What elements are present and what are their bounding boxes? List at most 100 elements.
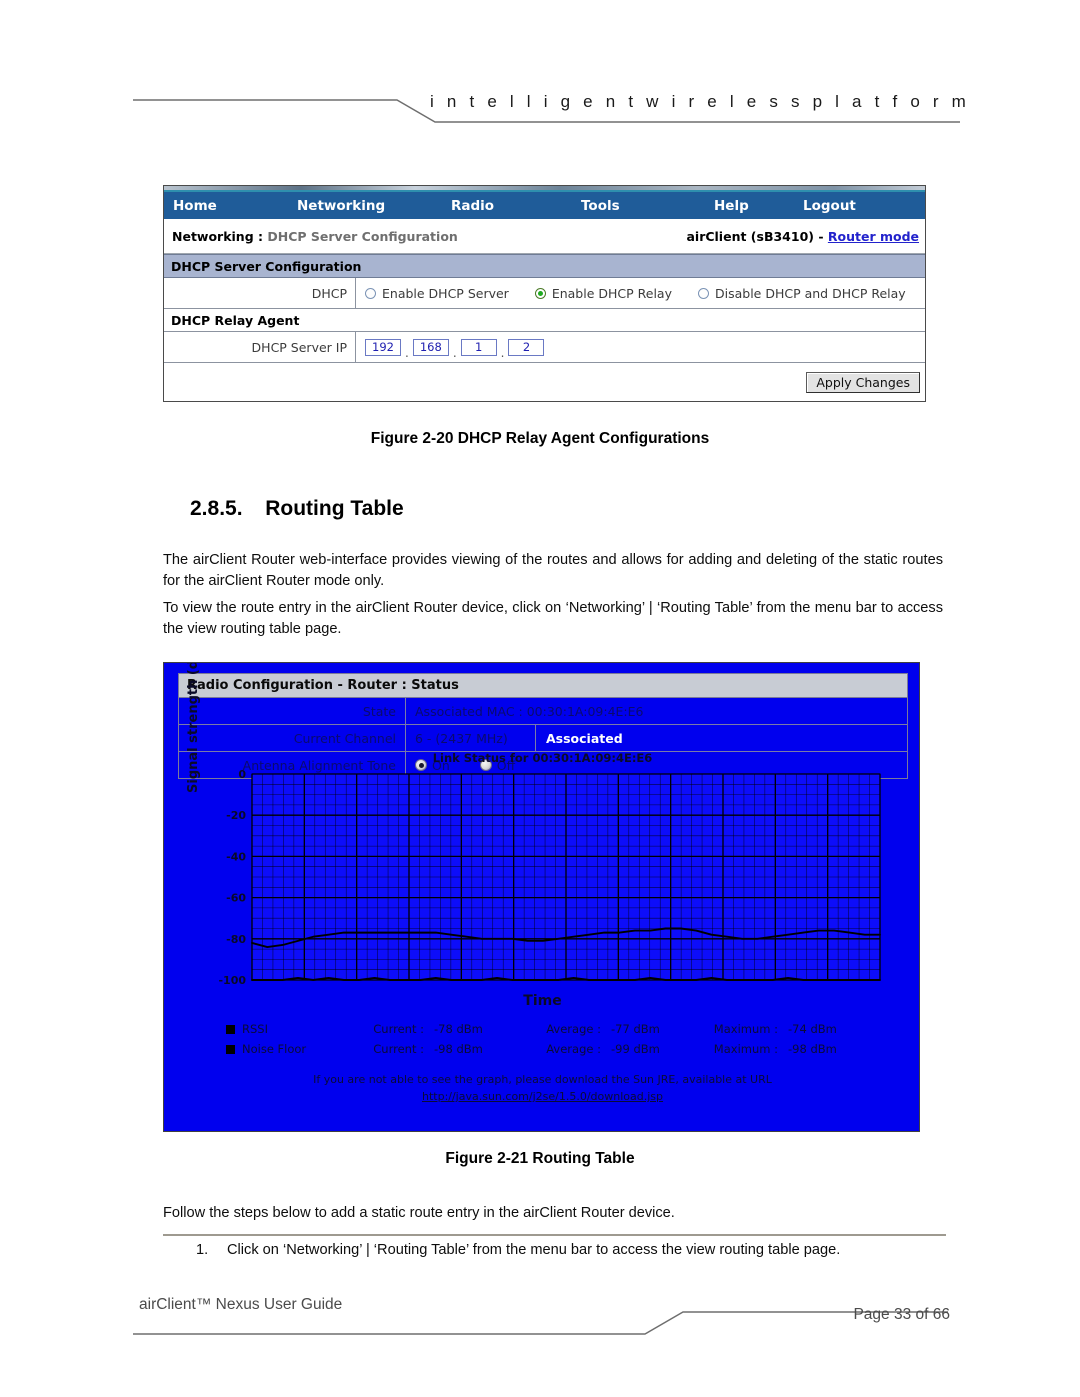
- legend-current-label: Current :: [373, 1042, 424, 1056]
- radio-circle-selected-icon: [534, 287, 546, 299]
- svg-text:-100: -100: [218, 974, 246, 987]
- legend-row-rssi: RSSI Current : -78 dBm Average : -77 dBm…: [226, 1019, 916, 1039]
- radio-disable-dhcp-and-dhcp-relay[interactable]: Disable DHCP and DHCP Relay: [697, 285, 906, 301]
- chart-title: Link Status for 00:30:1A:09:4E:E6: [432, 751, 653, 765]
- legend-current-label: Current :: [373, 1022, 424, 1036]
- nav-item-networking[interactable]: Networking: [297, 198, 385, 214]
- legend-swatch-icon: [226, 1024, 235, 1034]
- svg-text:0: 0: [238, 768, 246, 781]
- list-item: 1. Click on ‘Networking’ | ‘Routing Tabl…: [196, 1240, 946, 1261]
- ip-separator-dot: .: [500, 346, 505, 360]
- radio-enable-dhcp-relay[interactable]: Enable DHCP Relay: [534, 285, 672, 301]
- jre-download-link[interactable]: http://java.sun.com/j2se/1.5.0/download.…: [164, 1088, 919, 1105]
- nav-item-radio[interactable]: Radio: [451, 198, 494, 214]
- current-channel-label: Current Channel: [179, 725, 406, 751]
- page-header: i n t e l l i g e n t w i r e l e s s p …: [0, 0, 1080, 130]
- footer-page-number: Page 33 of 66: [853, 1306, 950, 1323]
- legend-current-value: -98 dBm: [434, 1042, 483, 1056]
- form-actions: Apply Changes: [164, 363, 925, 401]
- legend-average-label: Average :: [546, 1042, 601, 1056]
- dhcp-server-ip-row: DHCP Server IP 192 . 168 . 1 . 2: [164, 332, 925, 363]
- chart-legend: RSSI Current : -78 dBm Average : -77 dBm…: [226, 1019, 916, 1059]
- section-header-dhcp-server-configuration: DHCP Server Configuration: [164, 254, 925, 278]
- legend-current-value: -78 dBm: [434, 1022, 483, 1036]
- step-number: 1.: [196, 1242, 209, 1258]
- paragraph-intro: The airClient Router web-interface provi…: [163, 552, 943, 589]
- chart-canvas: 0 -20 -40 -60 -80 -100: [218, 768, 881, 987]
- radio-panel-title: Radio Configuration - Router : Status: [179, 674, 907, 698]
- ip-octet-3-input[interactable]: 1: [460, 338, 497, 356]
- page-footer: airClient™ Nexus User Guide Page 33 of 6…: [0, 1290, 1080, 1360]
- state-value: Associated MAC : 00:30:1A:09:4E:E6: [415, 703, 644, 719]
- apply-changes-button[interactable]: Apply Changes: [806, 371, 920, 393]
- svg-text:-40: -40: [226, 850, 246, 863]
- legend-maximum-value: -98 dBm: [788, 1042, 837, 1056]
- legend-average-value: -99 dBm: [611, 1042, 660, 1056]
- legend-series-name: RSSI: [242, 1022, 268, 1036]
- radio-enable-dhcp-server[interactable]: Enable DHCP Server: [365, 286, 509, 301]
- horizontal-divider: [163, 1234, 946, 1236]
- ip-separator-dot: .: [405, 346, 409, 360]
- footer-document-title: airClient™ Nexus User Guide: [139, 1296, 343, 1313]
- main-navigation-bar[interactable]: Home Networking Radio Tools Help Logout: [164, 190, 925, 219]
- current-channel-values: 6 - (2437 MHz) Associated: [406, 725, 907, 751]
- chart-x-axis-label: Time: [523, 993, 562, 1009]
- ip-separator-dot: .: [452, 346, 457, 360]
- radio-label: Disable DHCP and DHCP Relay: [714, 285, 906, 301]
- legend-series-name: Noise Floor: [242, 1042, 307, 1056]
- legend-maximum-value: -74 dBm: [788, 1022, 837, 1036]
- legend-average-label: Average :: [546, 1022, 601, 1036]
- dhcp-row-label: DHCP: [164, 278, 356, 308]
- radio-status-screenshot: Radio Configuration - Router : Status St…: [163, 662, 920, 1132]
- svg-text:-60: -60: [226, 892, 246, 905]
- breadcrumb-prefix: Networking :: [172, 228, 268, 244]
- radio-circle-icon: [365, 287, 376, 299]
- steps-list: 1. Click on ‘Networking’ | ‘Routing Tabl…: [196, 1240, 946, 1261]
- section-number: 2.8.5.: [190, 497, 243, 520]
- radio-circle-icon: [697, 287, 709, 299]
- legend-maximum-label: Maximum :: [713, 1042, 778, 1056]
- svg-text:-80: -80: [226, 933, 246, 946]
- legend-row-noise-floor: Noise Floor Current : -98 dBm Average : …: [226, 1039, 916, 1059]
- legend-average-value: -77 dBm: [611, 1022, 660, 1036]
- section-header-dhcp-relay-agent: DHCP Relay Agent: [164, 309, 925, 332]
- association-status-badge: Associated: [546, 730, 623, 746]
- section-title: Routing Table: [265, 497, 404, 520]
- nav-item-tools[interactable]: Tools: [581, 198, 620, 214]
- dhcp-config-screenshot: Home Networking Radio Tools Help Logout …: [163, 185, 926, 402]
- svg-text:-20: -20: [226, 809, 246, 822]
- current-channel-value: 6 - (2437 MHz): [406, 725, 536, 751]
- dhcp-mode-row: DHCP Enable DHCP Server Enable DHCP Rela…: [164, 278, 925, 309]
- step-text: Click on ‘Networking’ | ‘Routing Table’ …: [227, 1242, 841, 1258]
- chart-y-axis-label: Signal strength (dBm): [186, 662, 201, 793]
- breadcrumb: Networking : DHCP Server Configuration a…: [164, 219, 925, 254]
- nav-item-home[interactable]: Home: [173, 198, 217, 214]
- router-mode-link[interactable]: Router mode: [828, 229, 919, 244]
- radio-label: Enable DHCP Relay: [551, 285, 672, 301]
- legend-maximum-label: Maximum :: [713, 1022, 778, 1036]
- radio-label: Enable DHCP Server: [382, 285, 509, 301]
- paragraph-howto: To view the route entry in the airClient…: [163, 600, 943, 637]
- breadcrumb-page: DHCP Server Configuration: [267, 228, 458, 244]
- signal-strength-chart: 0 -20 -40 -60 -80 -100: [212, 768, 882, 992]
- nav-item-help[interactable]: Help: [714, 198, 749, 214]
- ip-octet-1-input[interactable]: 192: [365, 338, 401, 356]
- ip-octet-2-input[interactable]: 168: [412, 338, 449, 356]
- current-channel-row: Current Channel 6 - (2437 MHz) Associate…: [179, 725, 907, 752]
- device-identifier: airClient (sB3410) - Router mode: [686, 229, 919, 244]
- page-section-heading: 2.8.5. Routing Table: [190, 497, 404, 521]
- figure-2-21-caption: Figure 2-21 Routing Table: [445, 1150, 635, 1167]
- jre-download-note: If you are not able to see the graph, pl…: [164, 1071, 919, 1105]
- dhcp-server-ip-label: DHCP Server IP: [164, 332, 356, 362]
- jre-note-text: If you are not able to see the graph, pl…: [313, 1073, 772, 1086]
- device-label: airClient (sB3410) -: [686, 228, 828, 244]
- breadcrumb-text: Networking : DHCP Server Configuration: [172, 229, 458, 244]
- state-label: State: [179, 698, 406, 724]
- dhcp-server-ip-fields: 192 . 168 . 1 . 2: [356, 332, 925, 362]
- paragraph-steps-intro: Follow the steps below to add a static r…: [163, 1205, 675, 1221]
- figure-2-20-caption: Figure 2-20 DHCP Relay Agent Configurati…: [370, 430, 710, 447]
- dhcp-mode-options: Enable DHCP Server Enable DHCP Relay Dis…: [356, 278, 932, 308]
- ip-octet-4-input[interactable]: 2: [508, 338, 545, 356]
- nav-item-logout[interactable]: Logout: [803, 198, 856, 214]
- state-row: State Associated MAC : 00:30:1A:09:4E:E6: [179, 698, 907, 725]
